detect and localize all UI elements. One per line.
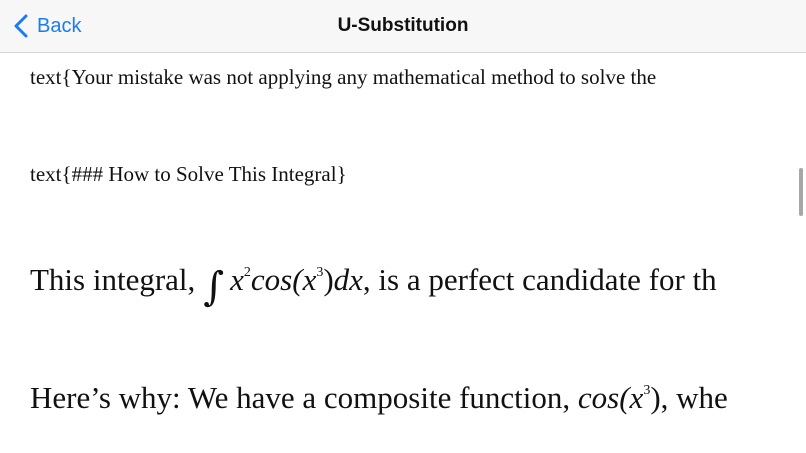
paragraph-text: , is a perfect candidate for th xyxy=(362,262,717,297)
math-exponent: 2 xyxy=(243,265,251,280)
navigation-bar: Back U-Substitution xyxy=(0,0,806,53)
paragraph-text: , whe xyxy=(660,380,728,415)
math-function: cos( xyxy=(250,262,303,297)
integral-sign-icon: ∫ xyxy=(203,264,225,310)
page-title: U-Substitution xyxy=(337,15,469,36)
composite-function-paragraph: Here’s why: We have a composite function… xyxy=(30,380,728,416)
math-variable: x xyxy=(302,262,317,297)
math-variable: x xyxy=(230,262,244,297)
math-variable: x xyxy=(629,380,644,415)
vertical-scrollbar[interactable] xyxy=(799,168,803,216)
lesson-content[interactable]: text{Your mistake was not applying any m… xyxy=(0,54,806,453)
math-paren: ) xyxy=(650,380,661,415)
math-differential: dx xyxy=(333,262,363,297)
explanation-line: text{Your mistake was not applying any m… xyxy=(30,65,657,89)
math-paren: ) xyxy=(323,262,334,297)
paragraph-text: Here’s why: We have a composite function… xyxy=(30,380,578,415)
paragraph-text: This integral, xyxy=(30,262,196,297)
section-heading-line: text{### How to Solve This Integral} xyxy=(30,162,347,186)
math-function: cos( xyxy=(577,380,630,415)
integral-paragraph: This integral, ∫ x2cos(x3)dx, is a perfect… xyxy=(30,262,717,307)
